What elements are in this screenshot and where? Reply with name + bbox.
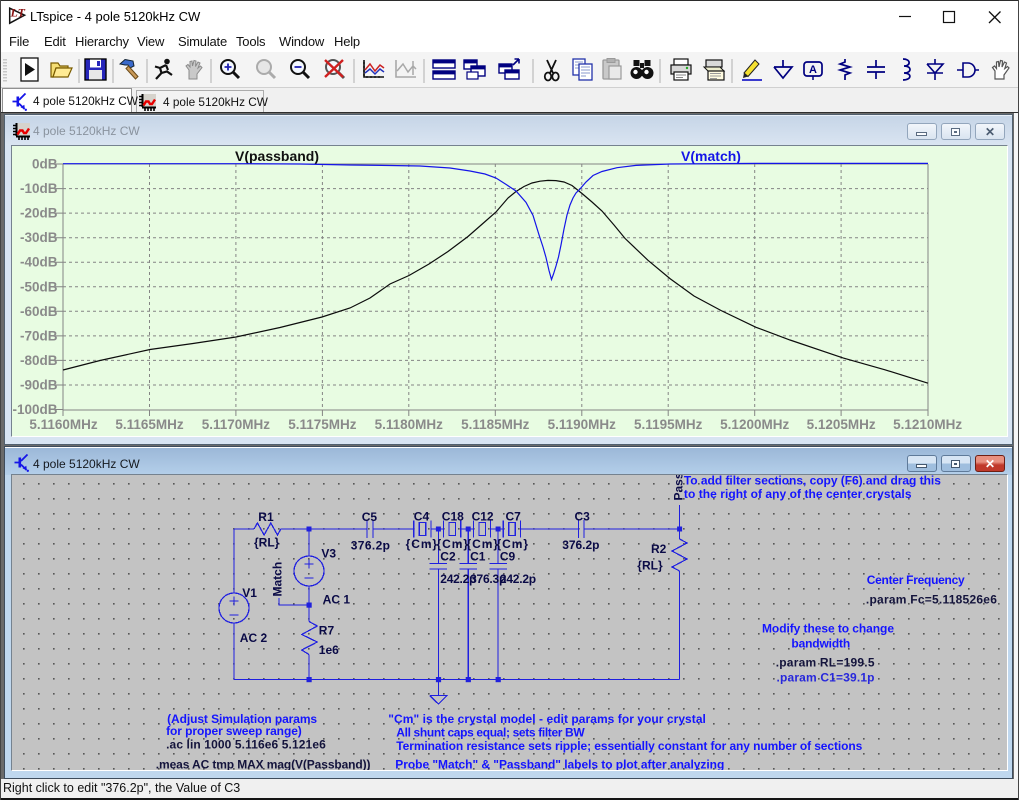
svg-text:{RL}: {RL}	[254, 536, 280, 550]
svg-text:to the right of any of the cen: to the right of any of the center crysta…	[684, 487, 912, 501]
svg-text:-90dB: -90dB	[20, 378, 58, 393]
svg-text:Termination resistance sets ri: Termination resistance sets ripple; esse…	[396, 739, 862, 753]
svg-text:376.2p: 376.2p	[351, 539, 390, 553]
svg-text:To add filter sections, copy (: To add filter sections, copy (F6) and dr…	[684, 474, 941, 488]
svg-text:C7: C7	[506, 510, 522, 524]
svg-text:5.1205MHz: 5.1205MHz	[807, 417, 876, 432]
svg-text:.param C1=39.1p: .param C1=39.1p	[777, 671, 875, 685]
svg-text:.ac lin 1000 5.116e6 5.121e6: .ac lin 1000 5.116e6 5.121e6	[166, 738, 326, 752]
svg-text:R7: R7	[319, 624, 335, 638]
svg-text:AC 1: AC 1	[323, 593, 351, 607]
svg-text:R1: R1	[258, 510, 274, 524]
svg-text:C9: C9	[500, 550, 516, 564]
svg-text:-20dB: -20dB	[20, 206, 58, 221]
svg-text:Probe "Match" & "Passband" lab: Probe "Match" & "Passband" labels to plo…	[395, 757, 724, 771]
svg-text:-70dB: -70dB	[20, 328, 58, 343]
svg-text:"Cm" is the crystal model - ed: "Cm" is the crystal model - edit params …	[388, 712, 706, 726]
svg-text:C12: C12	[472, 510, 494, 524]
svg-text:5.1210MHz: 5.1210MHz	[893, 417, 962, 432]
svg-text:V1: V1	[242, 586, 257, 600]
svg-text:C4: C4	[414, 510, 430, 524]
svg-text:-100dB: -100dB	[12, 402, 57, 417]
svg-text:C2: C2	[440, 550, 456, 564]
svg-text:bandwidth: bandwidth	[791, 637, 850, 651]
svg-text:242.2p: 242.2p	[500, 572, 536, 586]
svg-text:V(passband): V(passband)	[235, 148, 319, 164]
svg-text:5.1195MHz: 5.1195MHz	[634, 417, 703, 432]
svg-text:A: A	[809, 64, 817, 76]
svg-text:V(match): V(match)	[681, 148, 741, 164]
svg-text:1e6: 1e6	[319, 643, 339, 657]
svg-text:All shunt caps equal; sets fil: All shunt caps equal; sets filter BW	[396, 725, 585, 739]
svg-text:-80dB: -80dB	[20, 353, 58, 368]
svg-text:for proper sweep range): for proper sweep range)	[166, 724, 302, 738]
svg-text:V3: V3	[321, 547, 336, 561]
svg-text:-40dB: -40dB	[20, 255, 58, 270]
svg-text:{RL}: {RL}	[637, 559, 663, 573]
svg-text:5.1160MHz: 5.1160MHz	[29, 417, 98, 432]
svg-text:LT: LT	[10, 6, 26, 20]
svg-text:C5: C5	[362, 510, 378, 524]
svg-text:C18: C18	[442, 510, 464, 524]
svg-text:Center Frequency: Center Frequency	[867, 573, 965, 587]
svg-text:5.1170MHz: 5.1170MHz	[202, 417, 271, 432]
svg-text:Match: Match	[271, 562, 285, 597]
svg-text:.param Fc=5.118526e6: .param Fc=5.118526e6	[866, 593, 997, 607]
svg-text:AC 2: AC 2	[240, 631, 268, 645]
svg-text:Modify these to change: Modify these to change	[762, 622, 894, 636]
svg-text:-50dB: -50dB	[20, 279, 58, 294]
svg-text:5.1185MHz: 5.1185MHz	[461, 417, 530, 432]
svg-text:-30dB: -30dB	[20, 230, 58, 245]
svg-text:R2: R2	[651, 542, 667, 556]
svg-text:5.1200MHz: 5.1200MHz	[720, 417, 789, 432]
svg-text:0dB: 0dB	[32, 157, 58, 172]
svg-text:5.1165MHz: 5.1165MHz	[115, 417, 184, 432]
svg-text:.param RL=199.5: .param RL=199.5	[776, 655, 875, 669]
svg-text:-60dB: -60dB	[20, 304, 58, 319]
svg-text:-10dB: -10dB	[20, 181, 58, 196]
svg-text:.meas AC tmp MAX mag(V(Passban: .meas AC tmp MAX mag(V(Passband))	[156, 757, 371, 771]
svg-text:C1: C1	[470, 550, 486, 564]
svg-text:{Cm}: {Cm}	[406, 537, 438, 551]
svg-text:5.1175MHz: 5.1175MHz	[288, 417, 357, 432]
svg-text:5.1180MHz: 5.1180MHz	[375, 417, 444, 432]
svg-text:376.2p: 376.2p	[562, 538, 599, 552]
svg-text:C3: C3	[575, 510, 591, 524]
svg-text:5.1190MHz: 5.1190MHz	[548, 417, 617, 432]
